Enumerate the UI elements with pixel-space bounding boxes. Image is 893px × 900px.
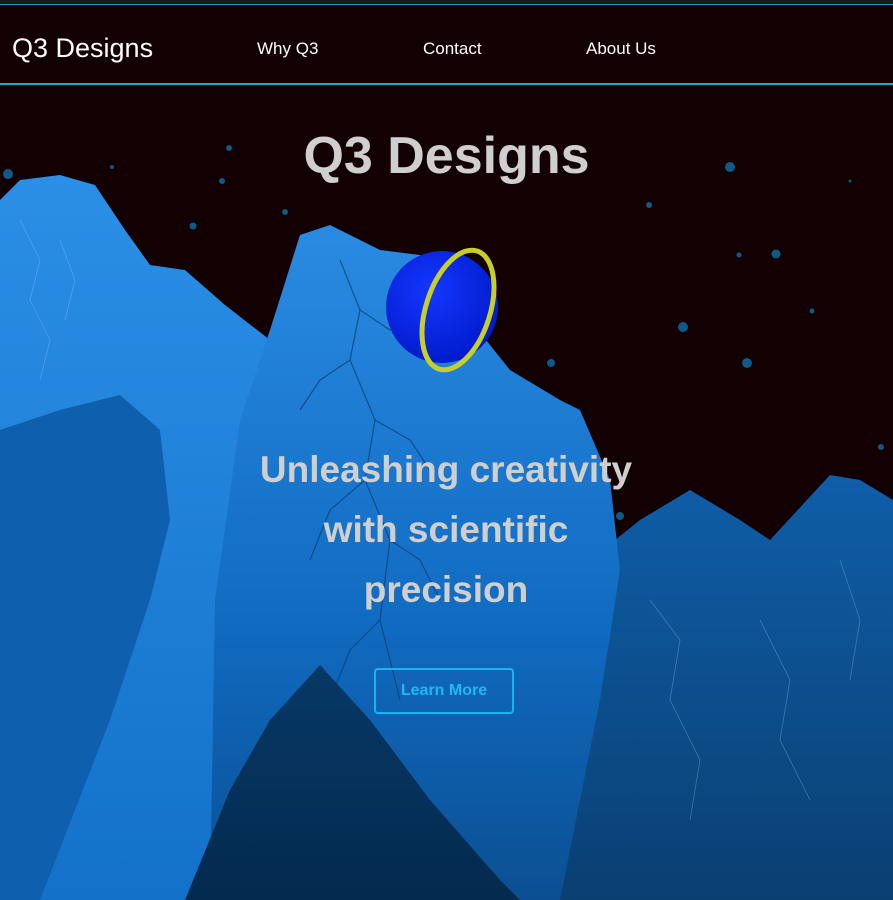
tagline-line: precision (363, 569, 529, 610)
star-icon (771, 249, 781, 259)
star-icon (678, 322, 688, 332)
tagline-line: Unleashing creativity (259, 449, 633, 490)
star-icon (547, 359, 555, 367)
nav-link-why-q3[interactable]: Why Q3 (257, 39, 318, 59)
hero-tagline: Unleashing creativity with scientific pr… (196, 440, 696, 620)
learn-more-button[interactable]: Learn More (374, 668, 514, 714)
star-icon (282, 209, 288, 215)
nav-link-contact[interactable]: Contact (423, 39, 482, 59)
brand-logo[interactable]: Q3 Designs (12, 33, 153, 64)
star-icon (742, 358, 752, 368)
top-navbar: Q3 Designs Why Q3 Contact About Us (0, 5, 893, 85)
star-icon (736, 252, 742, 258)
star-icon (189, 222, 197, 230)
star-icon (878, 444, 884, 450)
star-icon (809, 308, 815, 314)
hero-title: Q3 Designs (303, 127, 590, 185)
star-icon (646, 202, 652, 208)
tagline-line: with scientific (323, 509, 569, 550)
nav-link-about-us[interactable]: About Us (586, 39, 656, 59)
